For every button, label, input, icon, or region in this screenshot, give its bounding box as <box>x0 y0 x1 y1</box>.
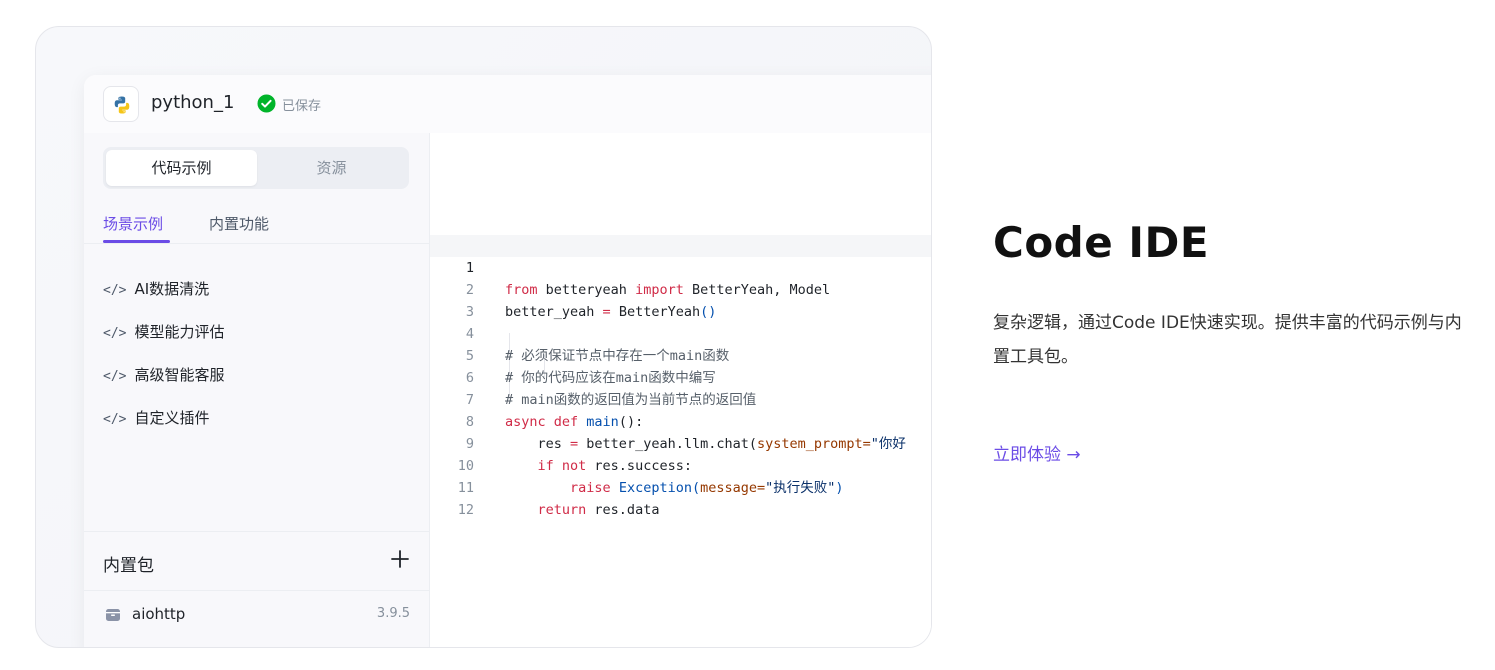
code-line: 12 <box>430 477 931 518</box>
code-line: 1 from betteryeah import BetterYeah, Mod… <box>430 235 931 298</box>
package-version: 3.9.5 <box>376 606 410 621</box>
builtin-packages-header: 内置包 <box>84 531 429 591</box>
code-line: 8 res = better_yeah.llm.chat(system_prom… <box>430 389 931 452</box>
package-icon <box>106 609 120 621</box>
python-logo-icon <box>103 86 139 122</box>
list-item-label: 自定义插件 <box>134 409 210 427</box>
tab-code-examples[interactable]: 代码示例 <box>106 150 257 186</box>
try-now-link[interactable]: 立即体验 → <box>993 440 1081 465</box>
builtin-packages-title: 内置包 <box>103 556 154 576</box>
add-package-icon[interactable] <box>389 548 411 570</box>
code-icon: </> <box>103 369 127 384</box>
subtab-builtin-functions[interactable]: 内置功能 <box>209 213 269 234</box>
code-icon: </> <box>103 412 127 427</box>
list-item[interactable]: </> 自定义插件 <box>103 407 210 431</box>
list-item-label: 高级智能客服 <box>134 366 225 384</box>
page-title: Code IDE <box>993 218 1210 267</box>
code-icon: </> <box>103 326 127 341</box>
code-line: 9 if not res.success: <box>430 411 931 474</box>
code-icon: </> <box>103 283 127 298</box>
code-line: 4 # 必须保证节点中存在一个main函数 <box>430 301 931 364</box>
list-item[interactable]: </> AI数据清洗 <box>103 278 209 302</box>
package-name: aiohttp <box>132 605 186 623</box>
ide-header: python_1 已保存 <box>84 75 931 134</box>
code-editor[interactable]: 1 from betteryeah import BetterYeah, Mod… <box>430 133 931 647</box>
sidebar-segmented-control: 代码示例 资源 <box>103 147 409 189</box>
line-number: 12 <box>457 502 474 518</box>
list-item[interactable]: </> 模型能力评估 <box>103 321 225 345</box>
code-line: 6 # main函数的返回值为当前节点的返回值 <box>430 345 931 408</box>
code-line: 2 better_yeah = BetterYeah() <box>430 257 931 320</box>
list-item-label: 模型能力评估 <box>134 323 225 341</box>
code-line: 7 async def main(): <box>430 367 931 430</box>
sidebar-subtabs: 场景示例 内置功能 <box>84 199 429 244</box>
list-item-label: AI数据清洗 <box>134 280 210 298</box>
tab-resources[interactable]: 资源 <box>256 150 407 186</box>
subtab-scene-examples[interactable]: 场景示例 <box>103 213 163 234</box>
code-token: res.data <box>586 502 660 518</box>
list-item[interactable]: </> 高级智能客服 <box>103 364 225 388</box>
active-subtab-indicator <box>103 240 170 243</box>
code-line: 5 # 你的代码应该在main函数中编写 <box>430 323 931 386</box>
ide-sidebar: 代码示例 资源 场景示例 内置功能 </> AI数据清洗 </> 模型能力评估 </… <box>84 133 430 647</box>
ide-window: python_1 已保存 代码示例 资源 场景示例 内置功能 </> AI数据清洗 <box>84 75 931 647</box>
code-line: 3 <box>430 279 931 320</box>
code-ide-preview-card: python_1 已保存 代码示例 资源 场景示例 内置功能 </> AI数据清洗 <box>35 26 932 648</box>
saved-status: 已保存 <box>282 99 322 114</box>
code-line: 10 raise Exception(message="执行失败") <box>430 433 931 496</box>
code-token: return <box>537 502 587 518</box>
file-name[interactable]: python_1 <box>151 92 234 113</box>
saved-check-icon <box>257 94 276 113</box>
package-row[interactable]: aiohttp 3.9.5 <box>84 601 429 631</box>
feature-description: 复杂逻辑，通过Code IDE快速实现。提供丰富的代码示例与内置工具包。 <box>993 313 1462 367</box>
code-line: 11 return res.data <box>430 455 931 518</box>
